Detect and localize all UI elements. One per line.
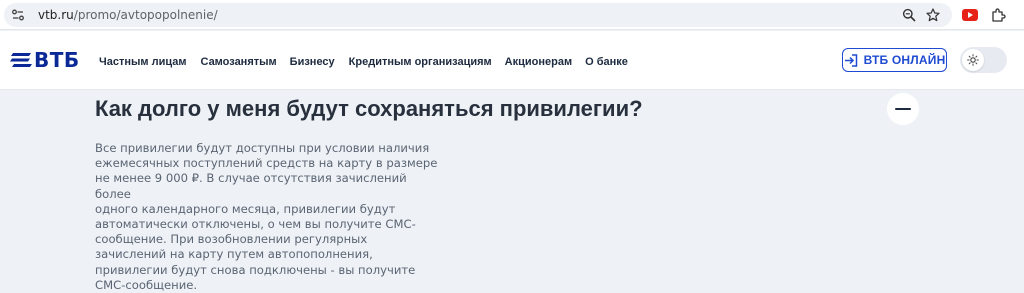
url-text[interactable]: vtb.ru/promo/avtopopolnenie/ (38, 8, 218, 22)
site-info-icon[interactable] (10, 7, 26, 23)
nav-business[interactable]: Бизнесу (290, 56, 335, 68)
youtube-extension-icon[interactable] (961, 6, 979, 24)
vtb-logo[interactable]: ВТБ (10, 47, 80, 73)
browser-toolbar: vtb.ru/promo/avtopopolnenie/ (0, 0, 1024, 30)
site-header: ВТБ Частным лицам Самозанятым Бизнесу Кр… (0, 31, 1024, 90)
extensions-puzzle-icon[interactable] (989, 6, 1007, 24)
faq-answer-line: не менее 9 000 ₽. В случае отсутствия за… (95, 171, 407, 201)
address-bar[interactable]: vtb.ru/promo/avtopopolnenie/ (4, 3, 952, 27)
url-host: vtb.ru (38, 8, 74, 22)
faq-answer-line: сообщение. При возобновлении регулярных (95, 232, 368, 247)
sun-icon (962, 49, 984, 71)
url-path: /promo/avtopopolnenie/ (73, 8, 218, 22)
nav-credit-organizations[interactable]: Кредитным организациям (349, 56, 492, 68)
faq-answer-line: автоматически отключены, о чем вы получи… (95, 217, 416, 232)
main-nav: Частным лицам Самозанятым Бизнесу Кредит… (99, 56, 628, 68)
minus-icon (895, 108, 911, 110)
zoom-icon[interactable] (900, 6, 918, 24)
faq-answer-line: СМС-сообщение. (95, 277, 198, 292)
faq-question-title[interactable]: Как долго у меня будут сохраняться приви… (95, 96, 643, 122)
nav-self-employed[interactable]: Самозанятым (200, 56, 276, 68)
vtb-logo-stripes-icon (10, 53, 32, 67)
faq-section: Как долго у меня будут сохраняться приви… (0, 91, 1024, 292)
theme-toggle[interactable] (960, 47, 1007, 73)
nav-shareholders[interactable]: Акционерам (505, 56, 572, 68)
faq-answer-line: Все привилегии будут доступны при услови… (95, 141, 430, 155)
faq-answer-line: привилегии будут снова подключены - вы п… (95, 262, 416, 277)
vtb-online-login-button[interactable]: ВТБ ОНЛАЙН (842, 48, 947, 72)
faq-answer-line: ежемесячных поступлений средств на карту… (95, 156, 438, 171)
login-arrow-icon (844, 53, 857, 67)
faq-answer-line: зачислений на карту путем автопополнения… (95, 247, 373, 262)
faq-answer: Все привилегии будут доступны при услови… (95, 141, 440, 293)
bookmark-star-icon[interactable] (924, 6, 942, 24)
nav-private-clients[interactable]: Частным лицам (99, 56, 186, 68)
faq-collapse-button[interactable] (887, 93, 919, 125)
login-button-label: ВТБ ОНЛАЙН (863, 53, 946, 67)
nav-about-bank[interactable]: О банке (585, 56, 628, 68)
logo-text: ВТБ (34, 48, 80, 72)
faq-answer-line: одного календарного месяца, привилегии б… (95, 201, 396, 216)
